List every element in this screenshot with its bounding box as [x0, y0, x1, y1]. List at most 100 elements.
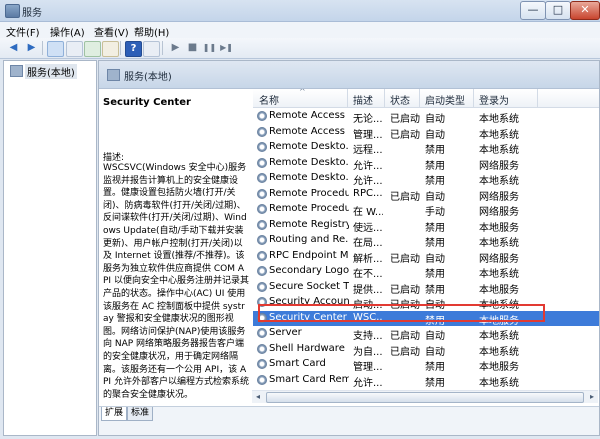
pause-service-icon[interactable]: ❚❚: [202, 41, 217, 55]
action-pane-icon[interactable]: [143, 41, 160, 57]
table-row[interactable]: Secondary Logon 在不... 禁用 本地系统: [253, 264, 599, 280]
service-status: 已启动: [390, 191, 420, 203]
column-description[interactable]: 描述: [353, 92, 373, 107]
service-name: Secondary Logon: [269, 265, 349, 276]
service-log-on-as: 本地服务: [479, 284, 519, 296]
service-status: 已启动: [390, 114, 420, 125]
service-gear-icon: [257, 328, 267, 338]
column-divider[interactable]: [347, 89, 348, 107]
table-row[interactable]: Smart Card 管理... 禁用 本地服务: [253, 357, 599, 373]
horizontal-scrollbar[interactable]: ◂ ▸: [252, 390, 598, 403]
table-row[interactable]: Smart Card Rem... 允许... 禁用 本地系统: [253, 373, 599, 389]
window-title: 服务: [22, 8, 42, 19]
column-divider[interactable]: [419, 89, 420, 107]
forward-icon[interactable]: ▶: [24, 41, 39, 55]
table-row[interactable]: Remote Access ... 管理... 已启动 自动 本地系统: [253, 125, 599, 141]
tree-item-services-local[interactable]: 服务(本地): [25, 64, 77, 79]
table-row[interactable]: Secure Socket T... 提供... 已启动 禁用 本地服务: [253, 280, 599, 296]
column-divider[interactable]: [537, 89, 538, 107]
table-row[interactable]: Remote Procedu... RPC... 已启动自动 网络服务: [253, 187, 599, 203]
scroll-left-icon[interactable]: ◂: [252, 391, 264, 403]
service-name: Secure Socket T...: [269, 280, 349, 292]
service-startup-type: 禁用: [425, 145, 445, 156]
tab-standard[interactable]: 标准: [127, 407, 154, 421]
service-log-on-as: 本地服务: [479, 362, 519, 373]
show-tree-icon[interactable]: [47, 41, 64, 57]
service-startup-type: 自动: [425, 346, 445, 358]
service-description-cell: 管理...: [353, 129, 383, 141]
toolbar-separator: [120, 41, 121, 55]
service-gear-icon: [257, 359, 267, 369]
maximize-button[interactable]: □: [545, 1, 571, 20]
restart-service-icon[interactable]: ▶❚: [219, 41, 234, 55]
service-description-cell: 提供...: [353, 284, 383, 296]
service-name: Smart Card: [269, 358, 326, 369]
service-startup-type: 禁用: [425, 176, 445, 187]
minimize-button[interactable]: —: [520, 1, 546, 20]
column-header-row: 名称 ^ 描述 状态 启动类型 登录为: [253, 89, 599, 108]
stop-service-icon[interactable]: ■: [185, 41, 200, 55]
service-name: Routing and Re...: [269, 234, 349, 245]
column-divider[interactable]: [384, 89, 385, 107]
service-description-cell: 远程...: [353, 145, 383, 156]
menu-action[interactable]: 操作(A): [50, 24, 85, 39]
table-row[interactable]: Remote Access ... 无论... 已启动 自动 本地系统: [253, 109, 599, 125]
column-startup-type[interactable]: 启动类型: [425, 92, 465, 107]
service-status: 已启动: [390, 331, 420, 342]
close-button[interactable]: ✕: [570, 1, 600, 20]
service-gear-icon: [257, 157, 267, 168]
service-description-cell: 使远...: [353, 222, 383, 234]
service-status: 已启动: [390, 129, 420, 141]
service-status: 已启动: [390, 284, 420, 296]
table-row[interactable]: Routing and Re... 在局... 禁用 本地系统: [253, 233, 599, 249]
table-row[interactable]: Remote Deskto... 允许... 禁用 网络服务: [253, 156, 599, 172]
export-list-icon[interactable]: [102, 41, 119, 57]
service-log-on-as: 网络服务: [479, 191, 519, 203]
service-log-on-as: 本地服务: [479, 222, 519, 234]
scroll-thumb[interactable]: [266, 392, 584, 403]
help-icon[interactable]: ?: [125, 41, 142, 57]
table-row[interactable]: Remote Registry 使远... 禁用 本地服务: [253, 218, 599, 234]
refresh-icon[interactable]: [84, 41, 101, 57]
service-startup-type: 禁用: [425, 269, 445, 280]
table-row[interactable]: Remote Deskto... 允许... 禁用 本地系统: [253, 171, 599, 187]
service-description-cell: 在局...: [353, 238, 383, 249]
table-row[interactable]: Remote Deskto... 远程... 禁用 本地系统: [253, 140, 599, 156]
properties-icon[interactable]: [66, 41, 83, 57]
service-gear-icon: [257, 126, 267, 137]
service-gear-icon: [257, 219, 267, 230]
column-divider[interactable]: [473, 89, 474, 107]
service-log-on-as: 本地系统: [479, 269, 519, 280]
tab-extended[interactable]: 扩展: [101, 407, 128, 421]
menu-file[interactable]: 文件(F): [6, 24, 40, 39]
service-log-on-as: 网络服务: [479, 207, 519, 218]
menu-view[interactable]: 查看(V): [94, 24, 129, 39]
toolbar-separator: [162, 41, 163, 55]
column-name[interactable]: 名称: [259, 92, 279, 107]
column-status[interactable]: 状态: [390, 92, 410, 107]
scroll-right-icon[interactable]: ▸: [586, 391, 598, 403]
service-startup-type: 自动: [425, 114, 445, 125]
service-description-cell: 在不...: [353, 269, 383, 280]
column-log-on-as[interactable]: 登录为: [479, 92, 509, 107]
service-startup-type: 禁用: [425, 238, 445, 249]
service-description-cell: 无论...: [353, 114, 383, 125]
table-row[interactable]: Shell Hardware ... 为自... 已启动 自动 本地系统: [253, 342, 599, 358]
table-row[interactable]: RPC Endpoint M... 解析... 已启动自动 网络服务: [253, 249, 599, 265]
service-name: Smart Card Rem...: [269, 373, 349, 385]
services-list: 名称 ^ 描述 状态 启动类型 登录为 Remote Access ... 无论.…: [253, 89, 599, 405]
menu-help[interactable]: 帮助(H): [134, 24, 169, 39]
service-description-cell: 解析...: [353, 253, 383, 265]
start-service-icon[interactable]: ▶: [168, 41, 183, 55]
pane-header: 服务(本地): [99, 61, 599, 89]
service-name: Remote Deskto...: [269, 156, 349, 168]
table-row[interactable]: Remote Procedu... 在 W... 手动 网络服务: [253, 202, 599, 218]
service-name: Remote Procedu...: [269, 203, 349, 214]
service-gear-icon: [257, 374, 267, 385]
services-app-icon: [5, 4, 20, 18]
back-icon[interactable]: ◀: [6, 41, 21, 55]
service-description-cell: RPC...: [353, 187, 383, 199]
console-tree: 服务(本地): [3, 60, 97, 436]
table-row[interactable]: Server 支持... 已启动 自动 本地系统: [253, 326, 599, 342]
service-gear-icon: [257, 343, 267, 354]
